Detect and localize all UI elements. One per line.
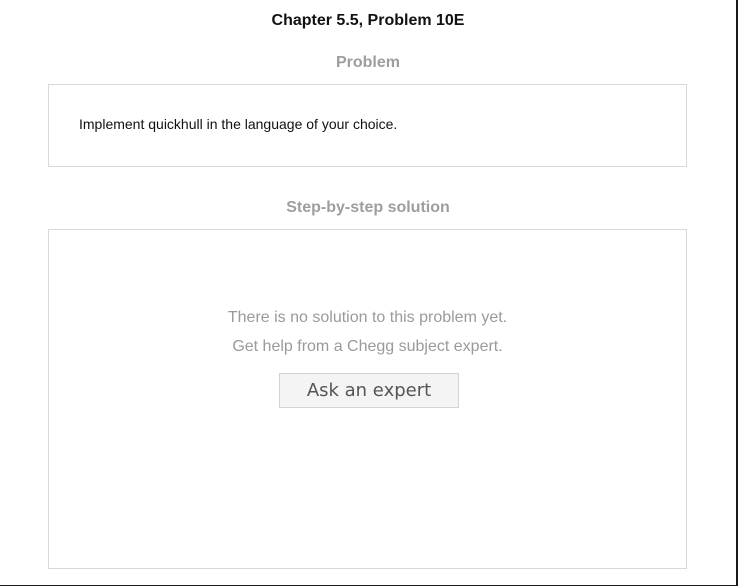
expert-help-message: Get help from a Chegg subject expert.	[232, 338, 503, 355]
solution-panel: There is no solution to this problem yet…	[48, 229, 687, 569]
problem-statement: Implement quickhull in the language of y…	[79, 116, 398, 132]
no-solution-message: There is no solution to this problem yet…	[227, 309, 508, 326]
solution-heading: Step-by-step solution	[286, 199, 450, 216]
ask-an-expert-button[interactable]: Ask an expert	[279, 373, 459, 408]
page-title: Chapter 5.5, Problem 10E	[271, 12, 465, 29]
page-frame: Chapter 5.5, Problem 10E Problem Impleme…	[0, 0, 738, 586]
problem-panel: Implement quickhull in the language of y…	[48, 84, 687, 167]
problem-heading: Problem	[335, 54, 400, 71]
